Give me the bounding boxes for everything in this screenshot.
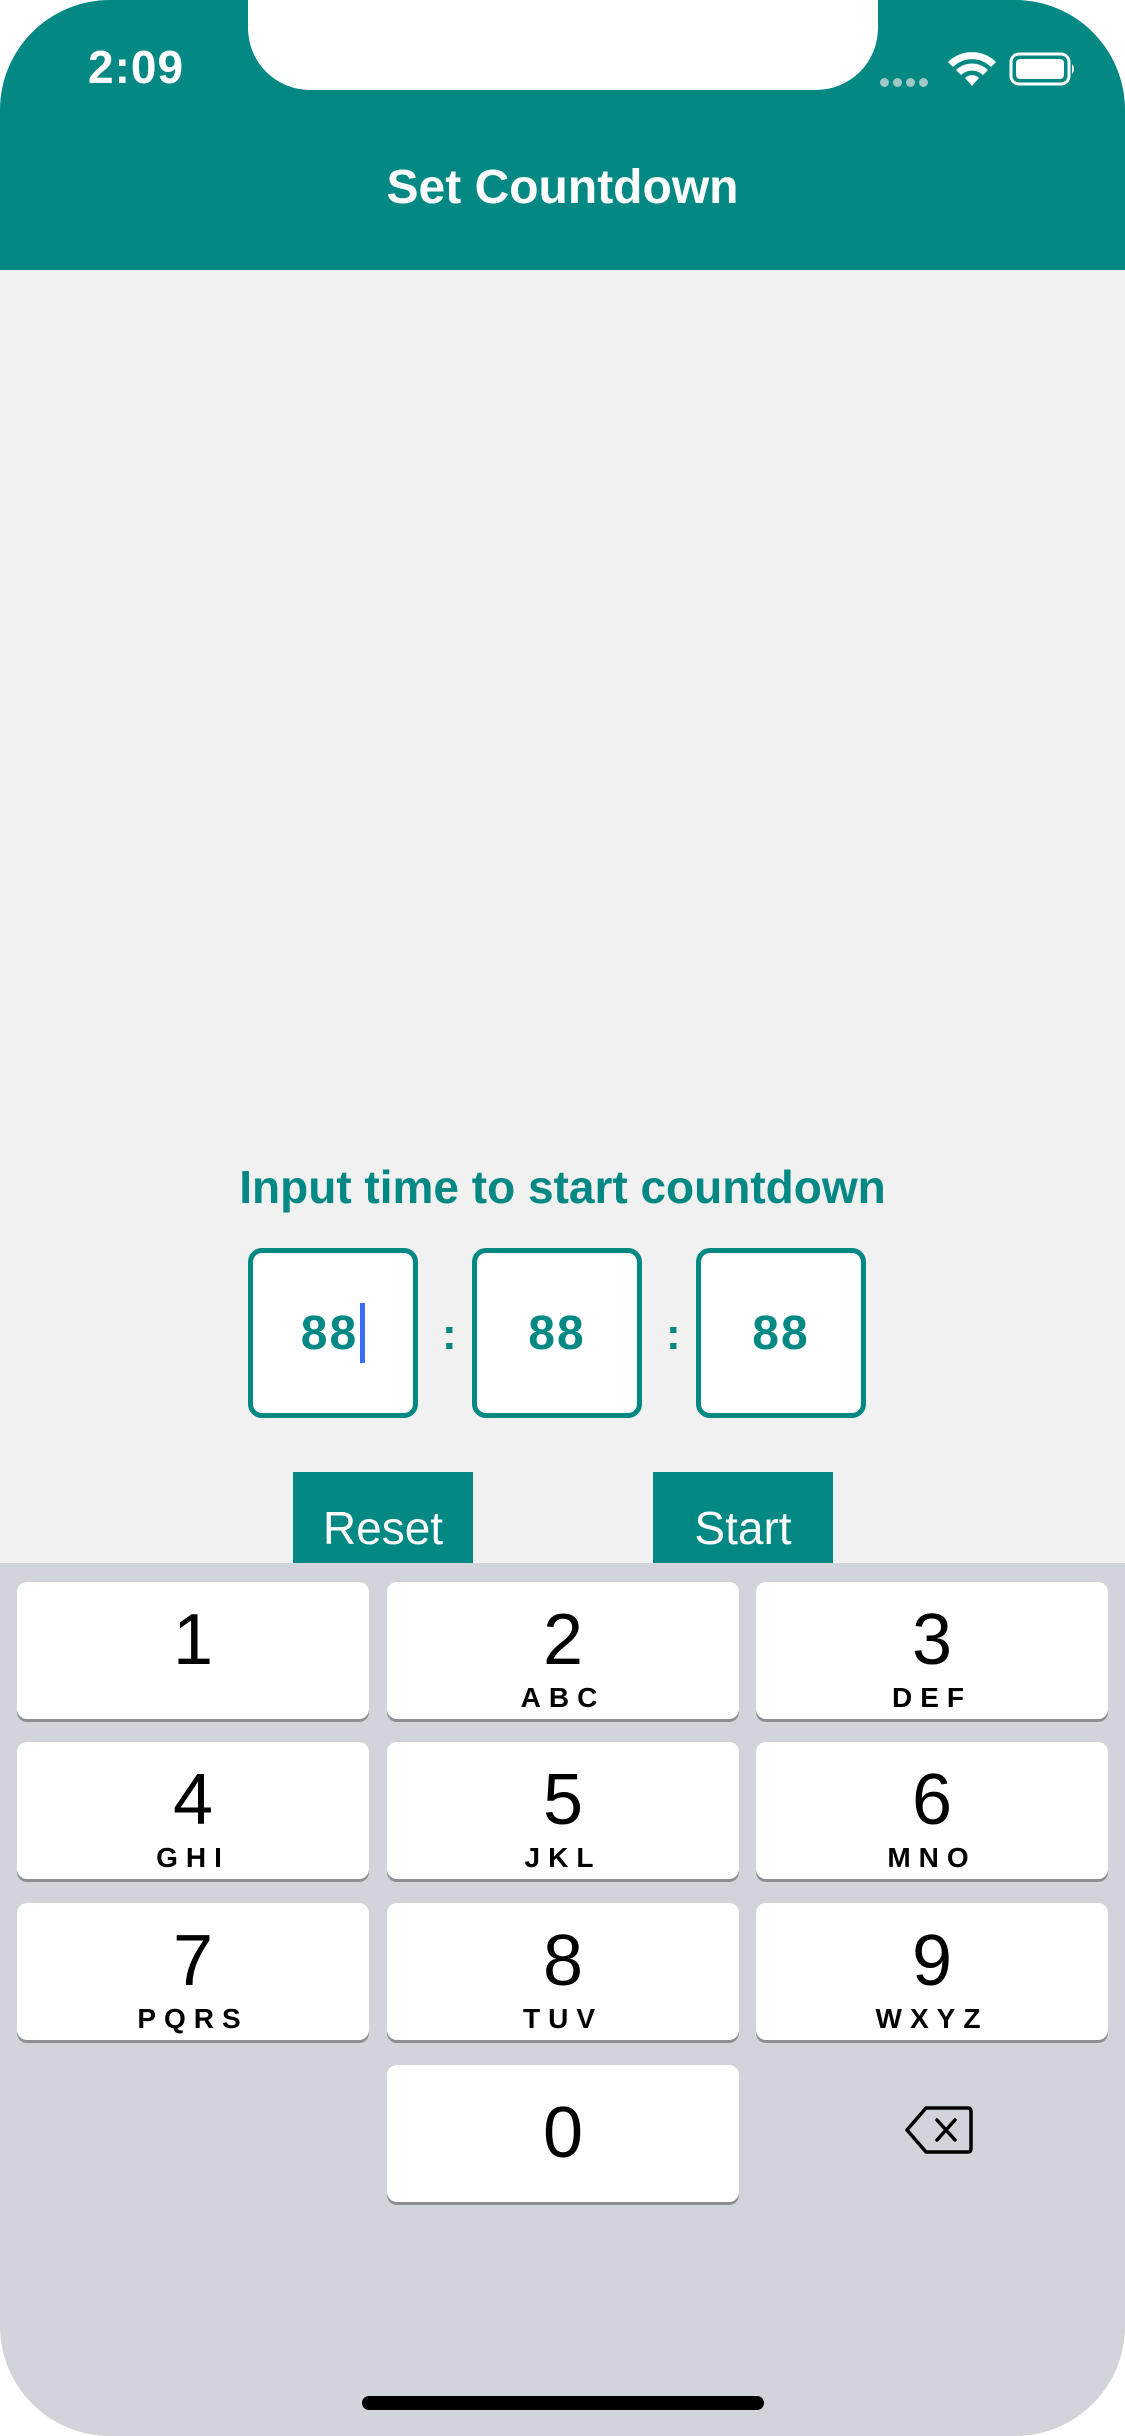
seconds-value: 88 <box>752 1306 810 1360</box>
signal-dots-icon <box>880 74 934 87</box>
numeric-keyboard: 1 2 ABC 3 DEF 4 GHI 5 JKL 6 MNO 7 PQRS 8 <box>0 1563 1125 2436</box>
key-letters: WXYZ <box>875 2003 989 2034</box>
key-2[interactable]: 2 ABC <box>387 1582 739 1719</box>
key-digit: 0 <box>542 2093 584 2173</box>
minutes-input[interactable]: 88 <box>472 1248 642 1418</box>
status-time: 2:09 <box>88 41 185 93</box>
key-digit: 2 <box>542 1600 584 1680</box>
start-button[interactable]: Start <box>653 1472 833 1564</box>
key-4[interactable]: 4 GHI <box>17 1742 369 1879</box>
key-3[interactable]: 3 DEF <box>756 1582 1108 1719</box>
key-digit: 8 <box>542 1921 584 2001</box>
page-title: Set Countdown <box>386 161 739 214</box>
separator-colon: : <box>666 1310 681 1359</box>
key-1[interactable]: 1 <box>17 1582 369 1719</box>
key-5[interactable]: 5 JKL <box>387 1742 739 1879</box>
key-7[interactable]: 7 PQRS <box>17 1903 369 2040</box>
key-digit: 9 <box>911 1921 953 2001</box>
key-letters: GHI <box>156 1842 230 1873</box>
key-8[interactable]: 8 TUV <box>387 1903 739 2040</box>
key-digit: 6 <box>911 1760 953 1840</box>
key-digit: 5 <box>542 1760 584 1840</box>
hours-input[interactable]: 88 <box>248 1248 418 1418</box>
key-letters: PQRS <box>137 2003 249 2034</box>
delete-backspace-icon[interactable] <box>904 2104 974 2156</box>
home-indicator <box>362 2396 764 2410</box>
key-digit: 1 <box>172 1600 214 1680</box>
app-header: 2:09 Set Countdown <box>0 0 1125 270</box>
text-cursor <box>360 1303 366 1363</box>
countdown-prompt: Input time to start countdown <box>239 1161 886 1213</box>
minutes-value: 88 <box>528 1306 586 1360</box>
seconds-input[interactable]: 88 <box>696 1248 866 1418</box>
wifi-icon <box>948 52 996 86</box>
reset-button[interactable]: Reset <box>293 1472 473 1564</box>
key-digit: 4 <box>172 1760 214 1840</box>
key-digit: 3 <box>911 1600 953 1680</box>
key-letters: JKL <box>524 1842 602 1873</box>
key-0[interactable]: 0 <box>387 2065 739 2202</box>
notch <box>248 0 878 90</box>
key-6[interactable]: 6 MNO <box>756 1742 1108 1879</box>
key-letters: DEF <box>892 1682 972 1713</box>
hours-value: 88 <box>300 1306 359 1360</box>
battery-icon <box>1009 52 1074 86</box>
phone-screen: 2:09 Set Countdown Input time to start c… <box>0 0 1125 2436</box>
key-9[interactable]: 9 WXYZ <box>756 1903 1108 2040</box>
key-letters: ABC <box>520 1682 606 1713</box>
separator-colon: : <box>442 1310 457 1359</box>
key-digit: 7 <box>172 1921 214 2001</box>
key-letters: MNO <box>887 1842 977 1873</box>
key-letters: TUV <box>523 2003 603 2034</box>
